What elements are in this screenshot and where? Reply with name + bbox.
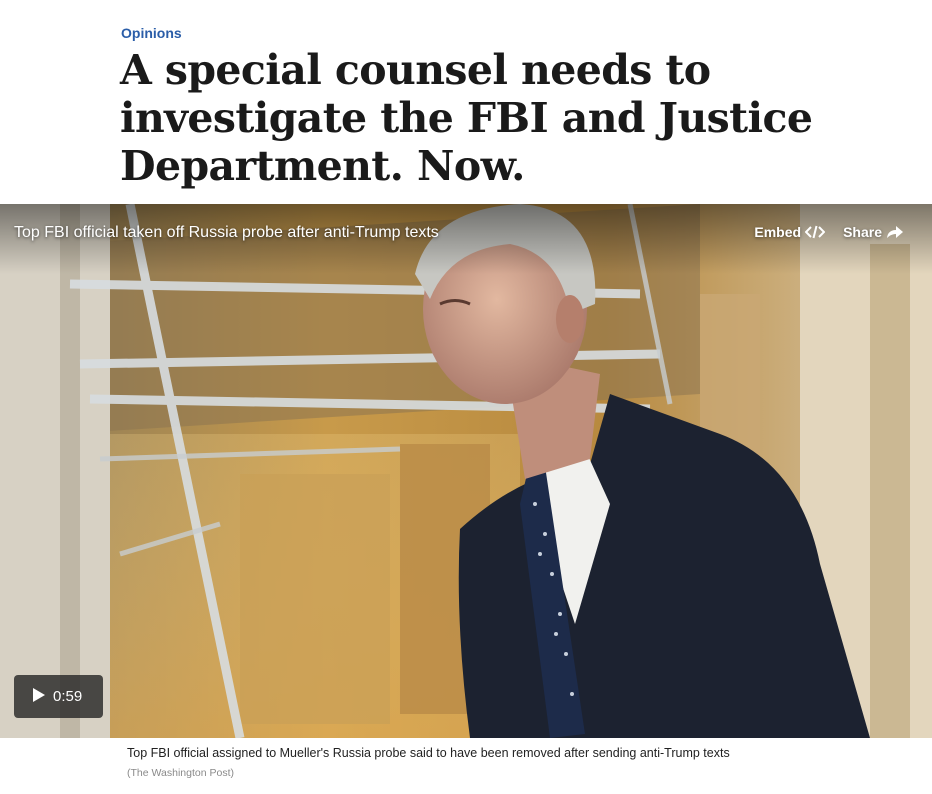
video-thumbnail bbox=[0, 204, 932, 738]
section-kicker[interactable]: Opinions bbox=[121, 25, 182, 41]
share-label: Share bbox=[843, 224, 882, 240]
video-caption: Top FBI official assigned to Mueller's R… bbox=[127, 746, 730, 760]
code-icon bbox=[805, 225, 826, 239]
video-credit: (The Washington Post) bbox=[127, 767, 234, 779]
play-button[interactable]: 0:59 bbox=[14, 675, 103, 718]
video-title: Top FBI official taken off Russia probe … bbox=[14, 224, 439, 241]
video-player[interactable] bbox=[0, 204, 932, 738]
video-duration: 0:59 bbox=[53, 688, 83, 705]
video-actions: Embed Share bbox=[754, 224, 904, 240]
embed-button[interactable]: Embed bbox=[754, 224, 826, 240]
article-headline: A special counsel needs to investigate t… bbox=[120, 46, 813, 190]
embed-label: Embed bbox=[754, 224, 802, 240]
share-arrow-icon bbox=[886, 225, 904, 239]
play-icon bbox=[33, 687, 45, 706]
share-button[interactable]: Share bbox=[843, 224, 904, 240]
